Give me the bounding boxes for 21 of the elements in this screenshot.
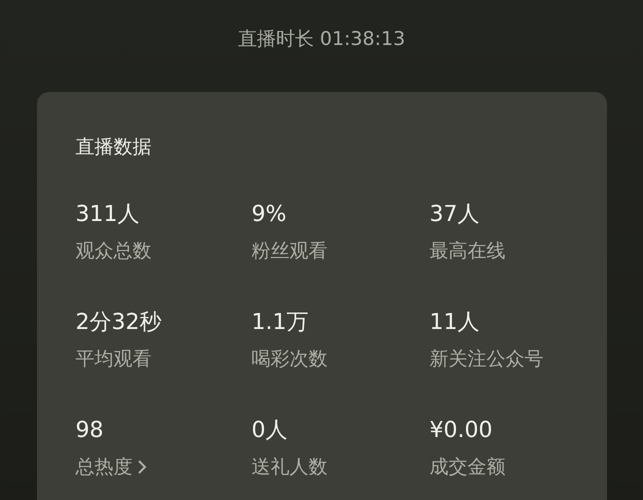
stat-label: 粉丝观看 <box>252 239 328 264</box>
stat-value: 37人 <box>430 201 480 229</box>
live-duration: 直播时长 01:38:13 <box>238 27 406 52</box>
stat-value: 98 <box>76 417 104 445</box>
stat-label: 最高在线 <box>430 239 506 264</box>
chevron-right-icon <box>136 459 146 475</box>
stat-value: 1.1万 <box>252 309 310 337</box>
stat-label: 喝彩次数 <box>252 347 328 372</box>
stat-value: ¥0.00 <box>430 417 494 445</box>
stat-label: 送礼人数 <box>252 455 328 480</box>
stat-label: 新关注公众号 <box>430 347 544 372</box>
stat-value: 9% <box>252 201 288 229</box>
stat-label: 平均观看 <box>76 347 152 372</box>
stat-label: 观众总数 <box>76 239 152 264</box>
stat-link[interactable]: 总热度 <box>76 452 252 482</box>
stat-value: 2分32秒 <box>76 309 162 337</box>
stat-value: 311人 <box>76 201 140 229</box>
stat-value: 0人 <box>252 417 288 445</box>
stat-label: 成交金额 <box>430 455 506 480</box>
card-title: 直播数据 <box>76 135 152 160</box>
stat-value: 11人 <box>430 309 480 337</box>
